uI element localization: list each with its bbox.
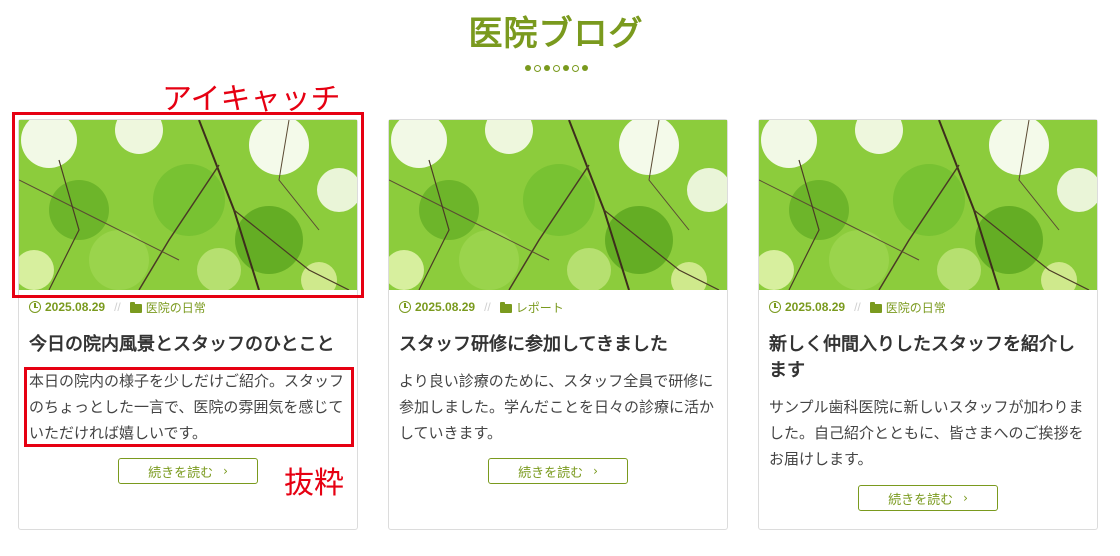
blog-card[interactable]: 2025.08.29 // レポート スタッフ研修に参加してきました より良い診… [388,119,728,530]
folder-icon [869,301,882,313]
meta-separator: // [114,300,121,314]
folder-icon [499,301,512,313]
post-excerpt: サンプル歯科医院に新しいスタッフが加わりました。自己紹介とともに、皆さまへのご挨… [769,398,1084,468]
folder-icon [129,301,142,313]
excerpt-annotation-label: 抜粋 [284,466,344,501]
read-more-label: 続きを読む [148,465,214,481]
post-thumbnail[interactable] [759,120,1097,290]
post-title[interactable]: 今日の院内風景とスタッフのひとこと [29,332,347,358]
post-thumbnail[interactable] [389,120,727,290]
post-date: 2025.08.29 [415,300,476,314]
post-date: 2025.08.29 [785,300,846,314]
clock-icon [29,301,41,313]
post-category[interactable]: 医院の日常 [886,299,946,316]
post-meta: 2025.08.29 // 医院の日常 [29,296,357,318]
clock-icon [769,301,781,313]
post-category[interactable]: 医院の日常 [146,299,206,316]
post-meta: 2025.08.29 // 医院の日常 [769,296,1097,318]
eyecatch-annotation-box [12,112,364,298]
post-title[interactable]: 新しく仲間入りしたスタッフを紹介します [769,332,1087,384]
eyecatch-annotation-label: アイキャッチ [162,82,341,117]
post-excerpt: より良い診療のために、スタッフ全員で研修に参加しました。学んだことを日々の診療に… [399,372,715,442]
chevron-right-icon: › [593,464,598,478]
read-more-button[interactable]: 続きを読む › [118,458,258,484]
clock-icon [399,301,411,313]
leaves-image [759,120,1097,290]
post-category[interactable]: レポート [516,299,564,316]
read-more-label: 続きを読む [518,465,584,481]
chevron-right-icon: › [223,464,228,478]
read-more-button[interactable]: 続きを読む › [488,458,628,484]
post-date: 2025.08.29 [45,300,106,314]
read-more-label: 続きを読む [888,492,954,508]
leaves-image [389,120,727,290]
excerpt-annotation-box [24,367,354,447]
post-title[interactable]: スタッフ研修に参加してきました [399,332,717,358]
post-meta: 2025.08.29 // レポート [399,296,727,318]
meta-separator: // [484,300,491,314]
blog-card[interactable]: 2025.08.29 // 医院の日常 新しく仲間入りしたスタッフを紹介します … [758,119,1098,530]
read-more-button[interactable]: 続きを読む › [858,485,998,511]
meta-separator: // [854,300,861,314]
section-title: 医院ブログ [468,14,644,54]
chevron-right-icon: › [963,491,968,505]
